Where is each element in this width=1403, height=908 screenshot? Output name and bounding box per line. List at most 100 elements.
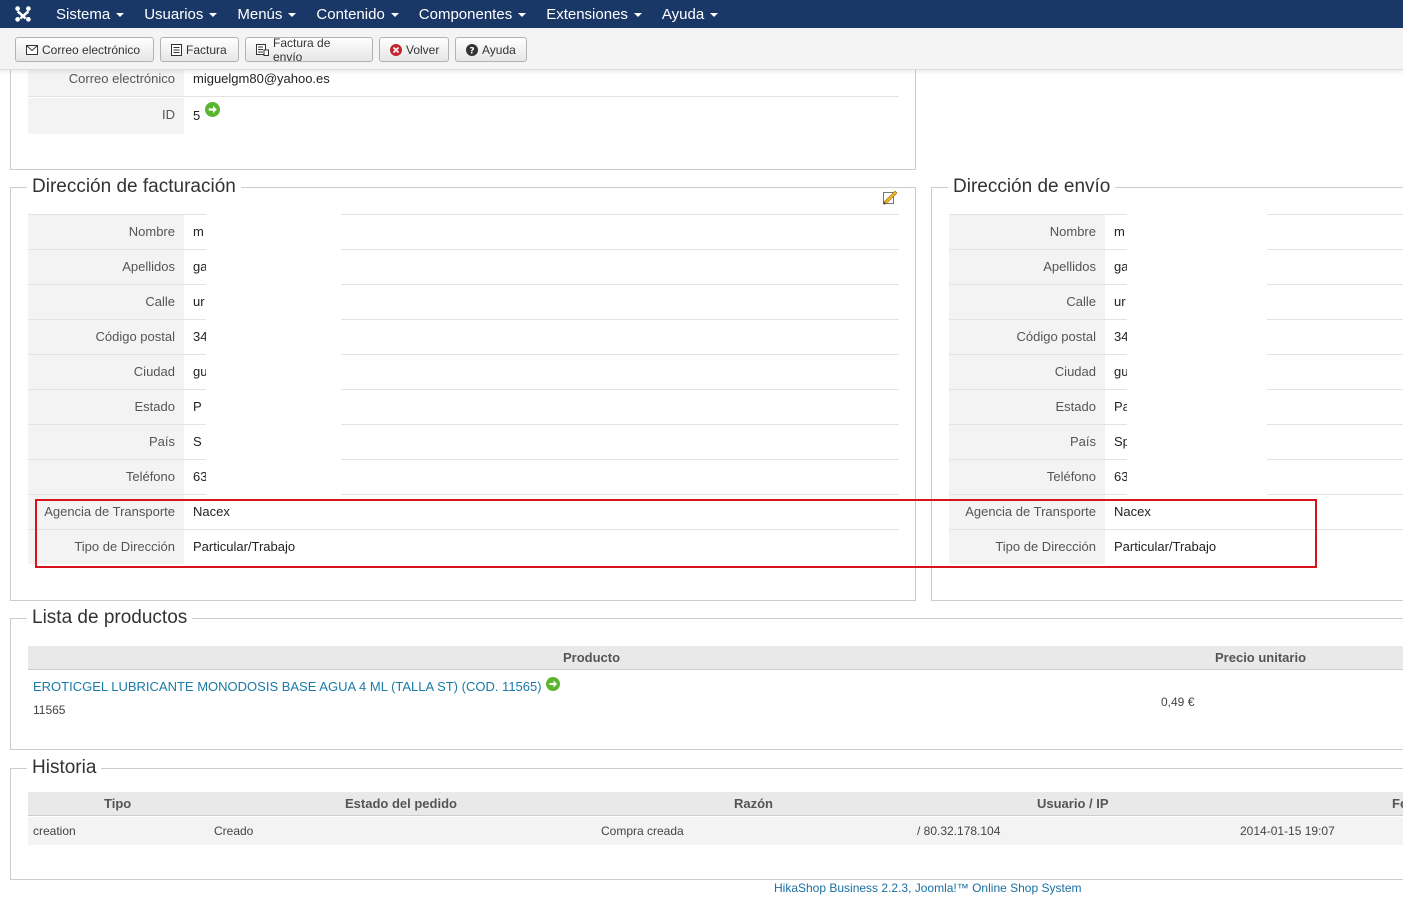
- field-label: País: [28, 425, 184, 459]
- header-unit-price: Precio unitario: [1215, 650, 1307, 665]
- toolbar: Correo electrónico Factura Factura de en…: [0, 28, 1403, 70]
- joomla-logo-icon[interactable]: [0, 0, 46, 28]
- billing-row: Calle ur: [28, 285, 899, 320]
- menu-extensiones[interactable]: Extensiones: [536, 0, 652, 28]
- help-question-icon: ?: [466, 43, 478, 56]
- product-list-title: Lista de productos: [27, 606, 193, 630]
- history-status: Creado: [214, 824, 254, 838]
- menu-ayuda[interactable]: Ayuda: [652, 0, 728, 28]
- product-unit-price: 0,49 €: [1161, 695, 1195, 709]
- caret-down-icon: [209, 13, 218, 17]
- product-code: 11565: [33, 703, 66, 717]
- field-label: Calle: [949, 285, 1105, 319]
- email-button[interactable]: Correo electrónico: [15, 37, 154, 62]
- field-label: Ciudad: [28, 355, 184, 389]
- menu-label: Componentes: [418, 5, 513, 23]
- billing-address-title: Dirección de facturación: [27, 175, 241, 199]
- billing-row: Apellidos ga: [28, 250, 899, 285]
- redaction-block: [206, 214, 341, 496]
- field-label: Código postal: [28, 320, 184, 354]
- shipping-invoice-button[interactable]: Factura de envío: [245, 35, 373, 64]
- back-button-label: Volver: [406, 42, 440, 57]
- billing-row: País S: [28, 425, 899, 460]
- menu-label: Extensiones: [546, 5, 628, 23]
- field-value: ur: [193, 294, 205, 309]
- document-icon: [171, 43, 182, 56]
- redaction-block: [1127, 214, 1267, 496]
- history-title: Historia: [27, 756, 102, 780]
- caret-down-icon: [288, 13, 297, 17]
- menu-label: Ayuda: [661, 5, 705, 23]
- history-user-ip: / 80.32.178.104: [917, 824, 1001, 838]
- field-label: País: [949, 425, 1105, 459]
- envelope-icon: [26, 44, 38, 55]
- email-button-label: Correo electrónico: [42, 42, 141, 57]
- history-type: creation: [33, 824, 76, 838]
- history-row: creation Creado Compra creada / 80.32.17…: [28, 817, 1403, 845]
- shipping-invoice-button-label: Factura de envío: [273, 35, 331, 64]
- header-order-status: Estado del pedido: [345, 796, 457, 811]
- field-value: S: [193, 434, 202, 449]
- header-user-ip: Usuario / IP: [1037, 796, 1109, 811]
- header-type: Tipo: [104, 796, 132, 811]
- back-button[interactable]: Volver: [379, 37, 449, 62]
- menu-label: Sistema: [56, 5, 111, 23]
- field-label: Apellidos: [949, 250, 1105, 284]
- menu-componentes[interactable]: Componentes: [409, 0, 536, 28]
- caret-down-icon: [390, 13, 399, 17]
- invoice-button-label: Factura: [186, 42, 227, 57]
- top-navbar: Sistema Usuarios Menús Contenido Compone…: [0, 0, 1403, 28]
- footer-credit-link[interactable]: HikaShop Business 2.2.3, Joomla!™ Online…: [774, 881, 1082, 895]
- history-section: Historia Tipo Estado del pedido Razón Us…: [10, 756, 1403, 880]
- history-date: 2014-01-15 19:07: [1240, 824, 1335, 838]
- field-label: Nombre: [28, 215, 184, 249]
- menu-contenido[interactable]: Contenido: [306, 0, 408, 28]
- menu-menus[interactable]: Menús: [227, 0, 306, 28]
- product-list-section: Lista de productos Producto Precio unita…: [10, 606, 1403, 750]
- field-label: Ciudad: [949, 355, 1105, 389]
- billing-row: Código postal 34: [28, 320, 899, 355]
- field-label: Nombre: [949, 215, 1105, 249]
- field-value: m: [193, 224, 204, 239]
- billing-row: Teléfono 63: [28, 460, 899, 495]
- caret-down-icon: [633, 13, 642, 17]
- history-table-header: Tipo Estado del pedido Razón Usuario / I…: [28, 792, 1403, 816]
- help-button[interactable]: ? Ayuda: [455, 37, 527, 62]
- header-date: Fe: [1392, 796, 1403, 811]
- product-table-header: Producto Precio unitario: [28, 646, 1403, 670]
- product-link[interactable]: EROTICGEL LUBRICANTE MONODOSIS BASE AGUA…: [33, 679, 542, 694]
- billing-row: Ciudad gu: [28, 355, 899, 390]
- field-label: Calle: [28, 285, 184, 319]
- field-label: Teléfono: [28, 460, 184, 494]
- caret-down-icon: [518, 13, 527, 17]
- go-arrow-icon[interactable]: [205, 102, 220, 120]
- field-label: Estado: [28, 390, 184, 424]
- menu-label: Menús: [237, 5, 283, 23]
- field-value: ur: [1114, 294, 1126, 309]
- field-label: Teléfono: [949, 460, 1105, 494]
- customer-id-row: ID 5: [28, 98, 899, 134]
- edit-address-icon[interactable]: [882, 189, 898, 208]
- shipping-address-title: Dirección de envío: [948, 175, 1116, 199]
- field-value: P: [193, 399, 202, 414]
- help-button-label: Ayuda: [482, 42, 516, 57]
- svg-text:?: ?: [469, 46, 474, 56]
- field-value: m: [1114, 224, 1125, 239]
- header-reason: Razón: [734, 796, 773, 811]
- field-label: Apellidos: [28, 250, 184, 284]
- history-reason: Compra creada: [601, 824, 684, 838]
- header-product: Producto: [563, 650, 621, 665]
- caret-down-icon: [710, 13, 719, 17]
- shipping-document-icon: [256, 43, 269, 56]
- id-label: ID: [28, 98, 184, 134]
- billing-row: Estado P: [28, 390, 899, 425]
- billing-row: Nombre m: [28, 215, 899, 250]
- go-arrow-icon[interactable]: [546, 677, 560, 694]
- highlight-annotation-box: [35, 499, 1317, 568]
- field-label: Estado: [949, 390, 1105, 424]
- invoice-button[interactable]: Factura: [160, 37, 239, 62]
- menu-sistema[interactable]: Sistema: [46, 0, 134, 28]
- field-label: Código postal: [949, 320, 1105, 354]
- id-value: 5: [193, 108, 201, 123]
- menu-usuarios[interactable]: Usuarios: [134, 0, 227, 28]
